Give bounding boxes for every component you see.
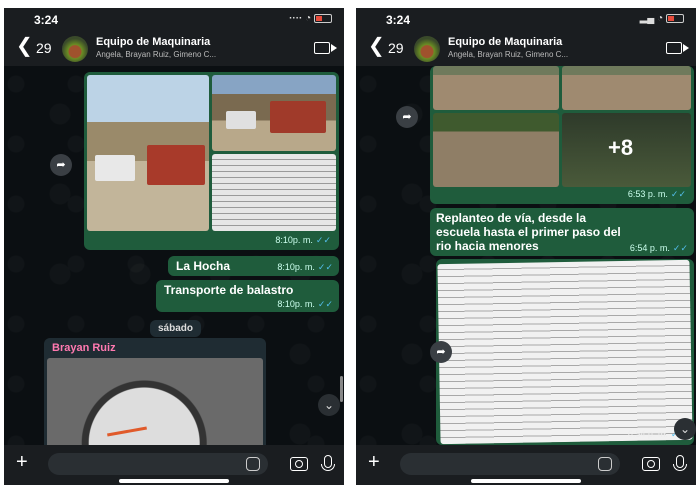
status-bar: 3:24 ▂▄ ◔ (356, 8, 696, 30)
album-time-text: 8:10p. m. (275, 235, 313, 245)
message-text: Transporte de balastro (164, 283, 294, 297)
read-receipt-icon: ✓✓ (317, 262, 333, 272)
group-avatar[interactable] (62, 36, 88, 62)
message-text-line: rio hacia menores (436, 239, 539, 253)
wifi-icon: ◔ (657, 13, 664, 24)
date-separator: sábado (150, 320, 202, 337)
signal-icon: ···· (289, 13, 303, 24)
status-time: 3:24 (386, 13, 411, 27)
back-chevron-icon[interactable]: ❮ (368, 36, 385, 56)
scroll-down-chevron-icon[interactable]: ⌄ (318, 394, 340, 416)
message-text-line: Replanteo de vía, desde la (436, 211, 587, 225)
album-photo-road[interactable] (433, 113, 559, 187)
group-avatar[interactable] (414, 36, 440, 62)
video-call-icon[interactable] (666, 42, 689, 54)
read-receipt-icon: ✓✓ (315, 235, 331, 245)
sender-name[interactable]: Brayan Ruiz (52, 342, 116, 354)
read-receipt-icon: ✓✓ (317, 299, 333, 309)
plus-icon[interactable]: + (16, 451, 28, 474)
forward-icon[interactable]: ➦ (430, 341, 452, 363)
scroll-down-chevron-icon[interactable]: ⌄ (674, 418, 696, 440)
home-indicator[interactable] (119, 479, 229, 483)
home-indicator[interactable] (471, 479, 581, 483)
unread-count[interactable]: 29 (36, 40, 52, 56)
right-phone-screen: 3:24 ▂▄ ◔ ❮ 29 Equipo de Maquinaria Ange… (356, 8, 696, 485)
message-timestamp: 6:54 p. m. ✓✓ (630, 243, 688, 254)
chat-header: ❮ 29 Equipo de Maquinaria Angela, Brayan… (356, 30, 696, 66)
camera-icon[interactable] (290, 457, 308, 471)
sticker-icon[interactable] (246, 457, 260, 471)
gauge-needle-shape (107, 426, 147, 437)
white-truck-shape (226, 111, 256, 129)
more-photos-count[interactable]: +8 (608, 135, 633, 161)
chat-title[interactable]: Equipo de Maquinaria (448, 36, 562, 48)
message-time-text: 8:10p. m. (277, 262, 315, 272)
message-timestamp: 8:10p. m. ✓✓ (277, 299, 333, 310)
album-photo-document[interactable] (212, 154, 336, 231)
chat-title[interactable]: Equipo de Maquinaria (96, 36, 210, 48)
status-time: 3:24 (34, 13, 59, 27)
camera-icon[interactable] (642, 457, 660, 471)
message-input[interactable] (48, 453, 268, 475)
album-timestamp: 6:53 p. m. ✓✓ (628, 189, 686, 200)
white-truck-shape (95, 155, 135, 181)
wifi-icon: ◔ (305, 13, 312, 24)
forward-icon[interactable]: ➦ (396, 106, 418, 128)
read-receipt-icon: ✓✓ (672, 243, 688, 253)
album-time-text: 6:53 p. m. (627, 189, 668, 199)
scrollbar[interactable] (340, 376, 343, 402)
photo-inspection-form[interactable] (437, 259, 693, 445)
image-time-text: 6:54 p. m. (627, 429, 668, 439)
chat-header: ❮ 29 Equipo de Maquinaria Angela, Brayan… (4, 30, 344, 66)
read-receipt-icon: ✓✓ (670, 189, 686, 199)
album-photo-more[interactable]: +8 (562, 113, 691, 187)
unread-count[interactable]: 29 (388, 40, 404, 56)
outgoing-album-bubble[interactable]: 8:10p. m. ✓✓ (84, 72, 339, 250)
sticker-icon[interactable] (598, 457, 612, 471)
outgoing-message[interactable]: Transporte de balastro 8:10p. m. ✓✓ (156, 280, 339, 312)
red-dump-truck-shape (270, 101, 326, 133)
message-timestamp: 8:10p. m. ✓✓ (277, 262, 333, 273)
incoming-image-bubble[interactable]: Brayan Ruiz (44, 338, 266, 458)
battery-icon (666, 13, 684, 23)
message-text: La Hocha (176, 259, 231, 273)
plus-icon[interactable]: + (368, 451, 380, 474)
chat-area[interactable]: +8 6:53 p. m. ✓✓ ➦ Replanteo de vía, desd… (356, 66, 696, 445)
message-time-text: 6:54 p. m. (629, 243, 670, 253)
microphone-icon[interactable] (321, 455, 335, 471)
back-chevron-icon[interactable]: ❮ (16, 36, 33, 56)
album-photo-truck-rocks[interactable] (87, 75, 209, 231)
album-photo-trucks[interactable] (212, 75, 336, 151)
red-dump-truck-shape (147, 145, 205, 185)
left-phone-screen: 3:24 ···· ◔ ❮ 29 Equipo de Maquinaria An… (4, 8, 344, 485)
status-icons: ···· ◔ (289, 13, 332, 24)
chat-participants[interactable]: Angela, Brayan Ruiz, Gimeno C... (96, 50, 216, 59)
outgoing-image-bubble[interactable]: 6:54 p. m.✓✓ (436, 259, 694, 445)
status-bar: 3:24 ···· ◔ (4, 8, 344, 30)
album-photo-road[interactable] (433, 66, 559, 110)
forward-icon[interactable]: ➦ (50, 154, 72, 176)
chat-participants[interactable]: Angela, Brayan Ruiz, Gimeno C... (448, 50, 568, 59)
outgoing-album-bubble[interactable]: +8 6:53 p. m. ✓✓ (430, 66, 694, 204)
video-call-icon[interactable] (314, 42, 337, 54)
message-time-text: 8:10p. m. (277, 299, 315, 309)
album-photo-road[interactable] (562, 66, 691, 110)
status-icons: ▂▄ ◔ (640, 13, 684, 24)
message-input[interactable] (400, 453, 620, 475)
microphone-icon[interactable] (673, 455, 687, 471)
signal-icon: ▂▄ (639, 13, 655, 24)
chat-area[interactable]: 8:10p. m. ✓✓ ➦ La Hocha 8:10p. m. ✓✓ Trans… (4, 66, 344, 458)
outgoing-message[interactable]: La Hocha 8:10p. m. ✓✓ (168, 256, 339, 276)
message-text-line: escuela hasta el primer paso del (436, 225, 621, 239)
outgoing-message[interactable]: Replanteo de vía, desde la escuela hasta… (430, 208, 694, 256)
battery-icon (314, 13, 332, 23)
album-timestamp: 8:10p. m. ✓✓ (275, 235, 331, 246)
incoming-photo-gauge[interactable] (47, 358, 263, 458)
